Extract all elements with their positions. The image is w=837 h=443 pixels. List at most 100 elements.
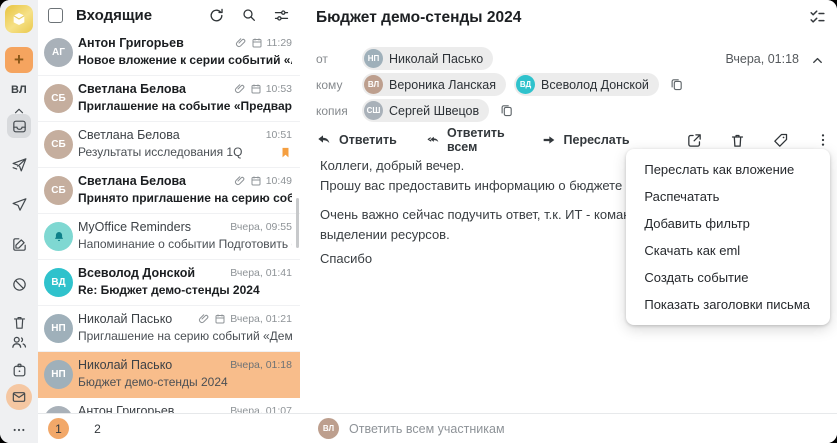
email-subject: Новое вложение к серии событий «Аналити.… [78,53,292,67]
app-rail: + ВЛ [0,0,39,443]
app-mail-icon[interactable] [6,384,32,410]
reading-pane: Бюджет демо-стенды 2024 от НП Николай Па… [300,0,837,443]
open-in-new-window-icon[interactable] [686,132,703,149]
tag-icon[interactable] [772,132,789,149]
email-subject-title: Бюджет демо-стенды 2024 [316,9,522,26]
sender-name: Всеволод Донской [78,266,196,280]
email-row[interactable]: MyOffice Reminders Вчера, 09:55 Напомина… [38,214,300,260]
quick-reply-bar[interactable]: ВЛ Ответить всем участникам [300,413,837,443]
event-icon [251,176,261,186]
myoffice-mail-logo-icon [5,5,33,33]
pagination-bar: 1 2 [38,413,300,443]
contact-name: Вероника Ланская [389,77,497,92]
search-icon[interactable] [241,7,257,23]
page-2-button[interactable]: 2 [87,418,108,439]
to-row: кому ВЛ Вероника Ланская ВД Всеволод Дон… [316,73,684,96]
folder-drafts-icon[interactable] [7,232,31,256]
email-time: Вчера, 09:55 [230,221,292,233]
email-row[interactable]: ВД Всеволод Донской Вчера, 01:41 Re: Бюд… [38,260,300,306]
email-row[interactable]: АГ Антон Григорьев Вчера, 01:07 [38,398,300,414]
list-scrollbar-thumb[interactable] [296,198,299,248]
to-chip[interactable]: ВЛ Вероника Ланская [362,73,507,96]
email-time: 10:53 [265,83,292,95]
event-icon [215,314,225,324]
email-subject: Бюджет демо-стенды 2024 [78,375,228,389]
page-1-button[interactable]: 1 [48,418,69,439]
more-options-icon[interactable] [815,132,831,148]
email-time: 11:29 [266,37,293,49]
folder-spam-icon[interactable] [7,272,31,296]
event-icon [252,38,261,48]
menu-item-create-event[interactable]: Создать событие [626,264,830,291]
copy-cc-icon[interactable] [499,103,514,118]
email-row[interactable]: СБ Светлана Белова 10:49 Принято приглаш… [38,168,300,214]
menu-item-add-filter[interactable]: Добавить фильтр [626,210,830,237]
sender-avatar: НП [44,314,73,343]
cc-row: копия СШ Сергей Швецов [316,99,514,122]
cc-label: копия [316,103,348,118]
email-time: 10:51 [265,129,292,141]
reply-icon [318,135,330,143]
body-line: Очень важно сейчас подучить ответ, т.к. … [320,207,745,222]
sender-name: MyOffice Reminders [78,220,191,234]
app-calendar-icon[interactable] [7,358,31,382]
reply-all-button[interactable]: Ответить всем [427,126,511,154]
email-row[interactable]: СБ Светлана Белова 10:51 Результаты иссл… [38,122,300,168]
email-subject: Результаты исследования 1Q [78,145,243,159]
folder-outbox-icon[interactable] [7,152,31,176]
collapse-header-icon[interactable] [810,53,825,68]
to-label: кому [316,77,343,92]
account-avatar[interactable]: ВЛ [0,84,38,96]
select-all-checkbox[interactable] [48,7,63,23]
email-subject: Re: Бюджет демо-стенды 2024 [78,283,260,297]
to-chip[interactable]: ВД Всеволод Донской [514,73,659,96]
compose-button[interactable]: + [5,47,33,73]
refresh-icon[interactable] [208,7,225,24]
menu-item-download-eml[interactable]: Скачать как eml [626,237,830,264]
filters-icon[interactable] [273,7,290,24]
contact-name: Николай Пасько [389,51,484,66]
flag-bookmark-icon[interactable] [279,146,292,159]
menu-item-show-headers[interactable]: Показать заголовки письма [626,291,830,318]
quick-reply-placeholder: Ответить всем участникам [349,421,505,436]
app-more-icon[interactable] [7,418,31,442]
event-icon [251,84,261,94]
sender-avatar: ВД [44,268,73,297]
attachment-icon [199,314,209,323]
reply-button[interactable]: Ответить [316,132,397,148]
body-line: Спасибо [320,251,373,266]
folder-inbox-icon[interactable] [7,114,31,138]
email-time: Вчера, 01:21 [230,313,292,325]
email-time: 10:49 [265,175,292,187]
attachment-icon [235,38,245,47]
menu-item-print[interactable]: Распечатать [626,183,830,210]
contact-avatar: НП [364,49,383,68]
email-subject: Приглашение на событие «Предварительно..… [78,99,292,113]
email-subject: Принято приглашение на серию событий «..… [78,191,292,205]
email-row[interactable]: СБ Светлана Белова 10:53 Приглашение на … [38,76,300,122]
body-line: Коллеги, добрый вечер. [320,158,465,173]
contact-name: Сергей Швецов [389,103,480,118]
context-menu: Переслать как вложение Распечатать Добав… [626,149,830,325]
email-row-selected[interactable]: НП Николай Пасько Вчера, 01:18 Бюджет де… [38,352,300,398]
delete-icon[interactable] [729,132,746,149]
menu-item-forward-as-attachment[interactable]: Переслать как вложение [626,156,830,183]
email-row[interactable]: НП Николай Пасько Вчера, 01:21 Приглашен… [38,306,300,352]
from-chip[interactable]: НП Николай Пасько [362,47,494,70]
email-row[interactable]: АГ Антон Григорьев 11:29 Новое вложение … [38,30,300,76]
email-subject: Приглашение на серию событий «Демо стен.… [78,329,292,343]
sender-name: Николай Пасько [78,358,173,372]
app-contacts-icon[interactable] [7,330,31,354]
forward-button[interactable]: Переслать [541,132,630,148]
sender-name: Антон Григорьев [78,36,184,50]
folder-sent-icon[interactable] [7,192,31,216]
email-body: Коллеги, добрый вечер. Прошу вас предост… [320,156,759,269]
sender-avatar: АГ [44,38,73,67]
attachment-icon [234,84,245,93]
sender-avatar: СБ [44,130,73,159]
tasks-checklist-icon[interactable] [808,8,827,27]
cc-chip[interactable]: СШ Сергей Швецов [362,99,490,122]
copy-recipients-icon[interactable] [669,77,684,92]
list-header: Входящие [38,0,300,30]
contact-name: Всеволод Донской [541,77,649,92]
